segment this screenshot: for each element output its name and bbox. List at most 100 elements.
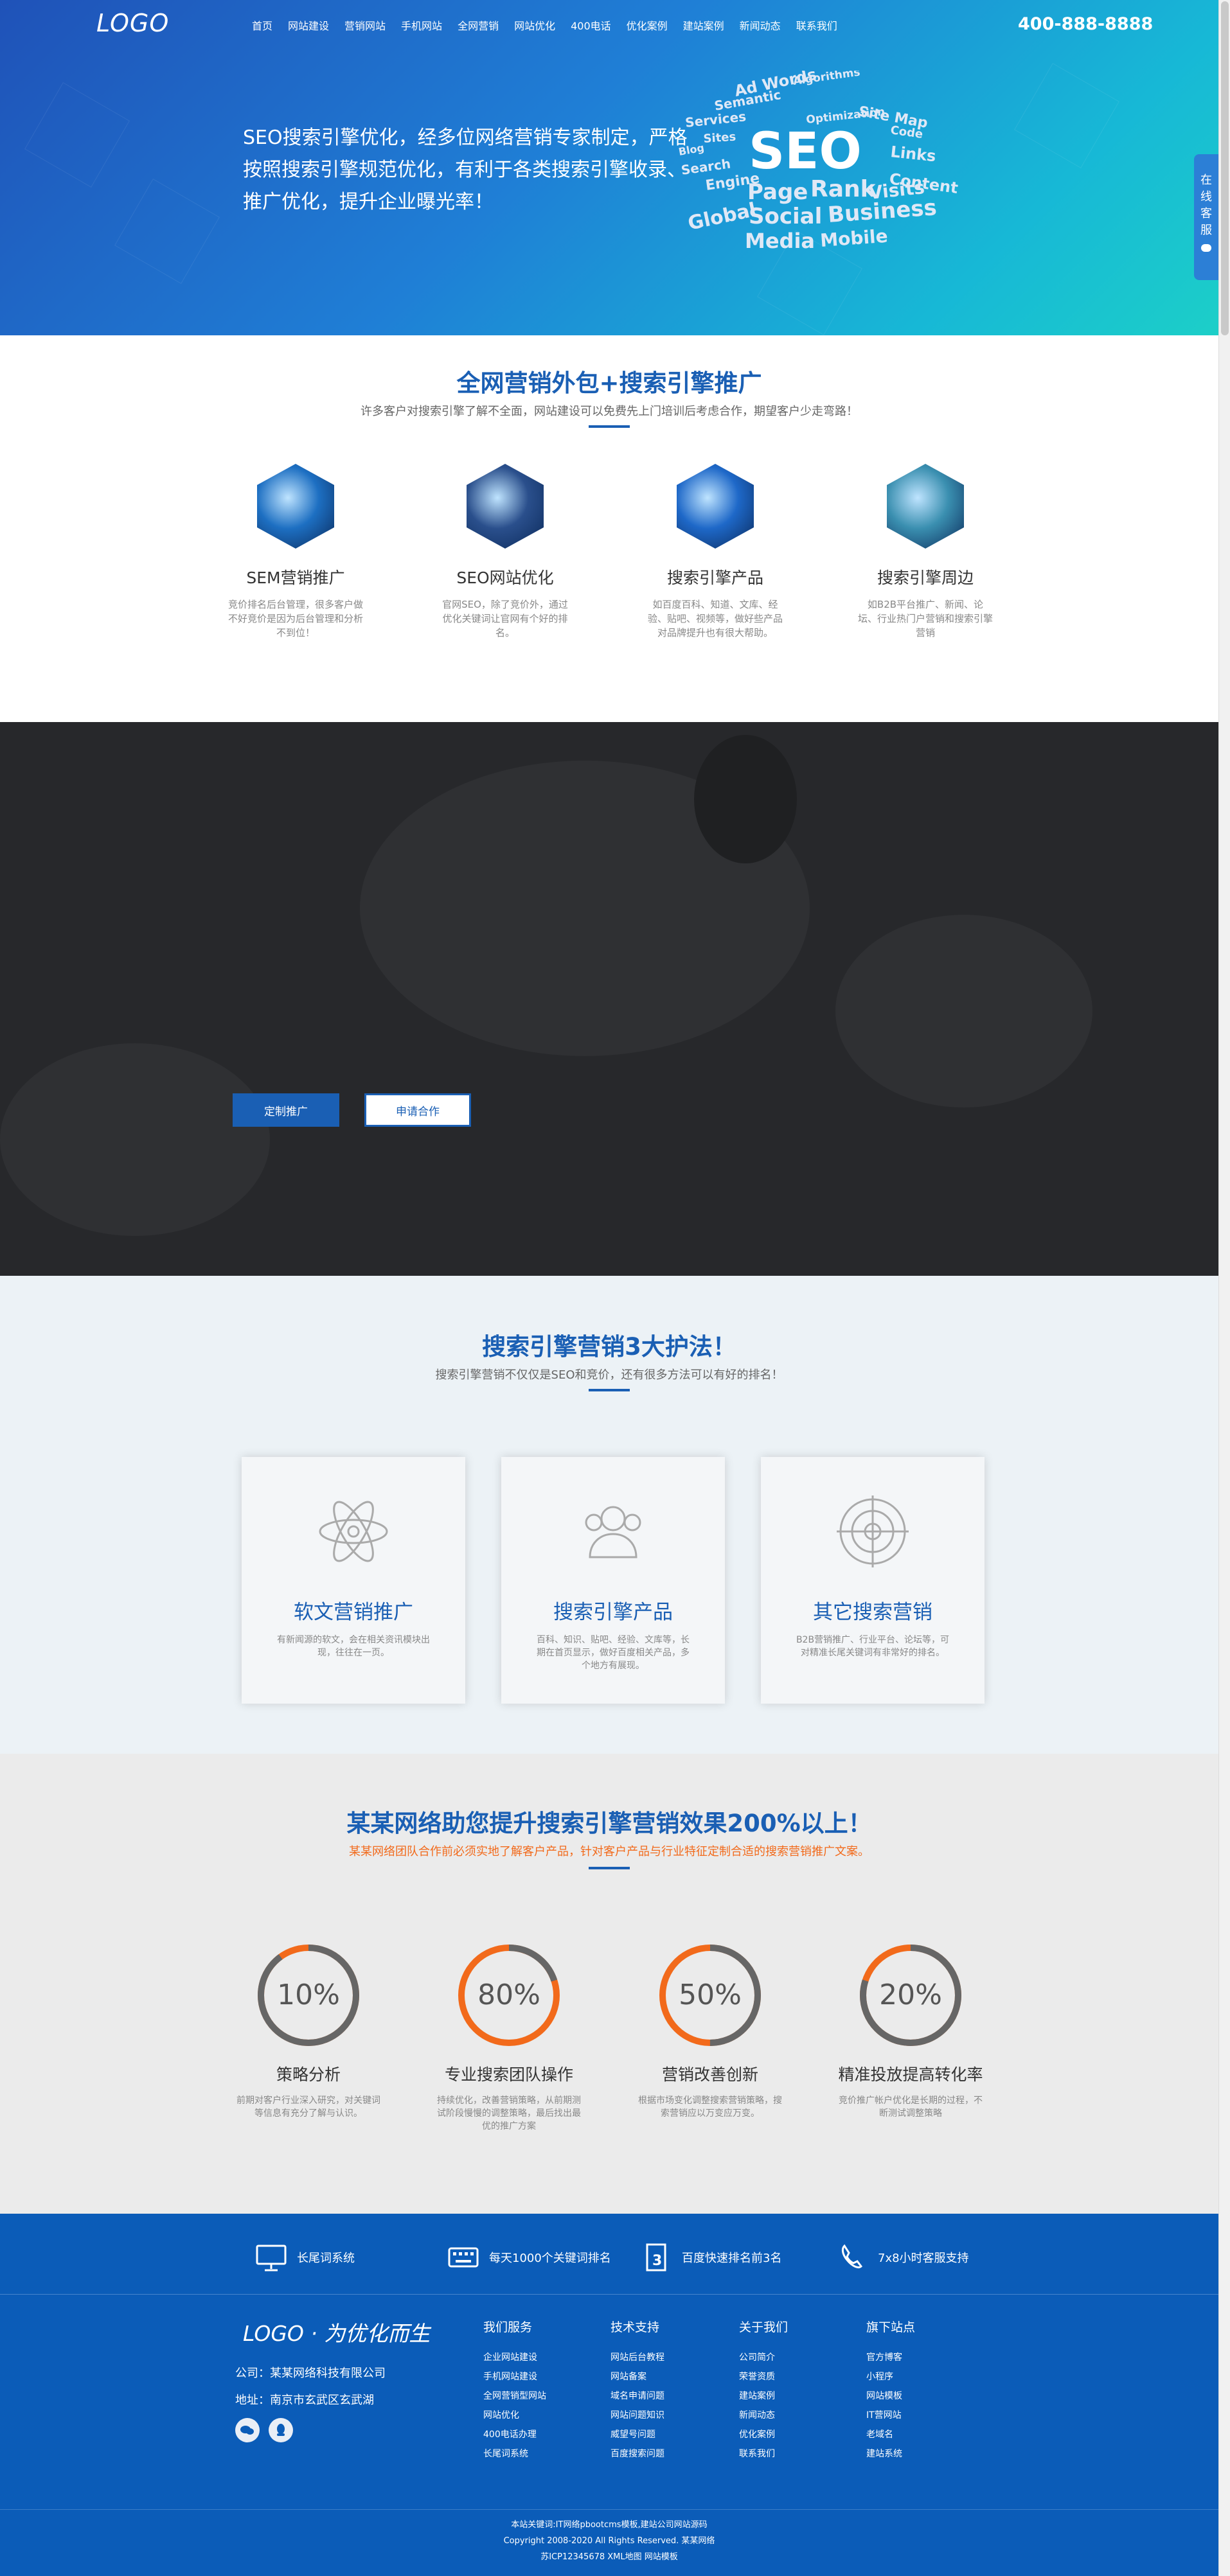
footer-link[interactable]: 网站后台教程 (611, 2348, 726, 2367)
method-card-desc: B2B营销推广、行业平台、论坛等，可对精准长尾关键词有非常好的排名。 (796, 1635, 950, 1658)
stat-title: 精准投放提高转化率 (838, 2065, 983, 2084)
method-card[interactable]: 软文营销推广 有新闻源的软文，会在相关资讯模块出现，往往在一页。 (242, 1457, 465, 1704)
footer-link[interactable]: 新闻动态 (739, 2406, 855, 2425)
progress-ring: 80% (456, 1943, 562, 2048)
service-card-title: SEO网站优化 (456, 569, 554, 587)
footer-divider (0, 2509, 1218, 2510)
page-scrollbar[interactable] (1218, 0, 1230, 2576)
top-navigation: LOGO 首页 网站建设 营销网站 手机网站 全网营销 网站优化 400电话 优化案例 建站案例… (0, 0, 1218, 50)
keyboard-icon (447, 2241, 480, 2274)
online-service-label: 在线客服 (1200, 173, 1212, 237)
footer-link[interactable]: 网站优化 (483, 2406, 599, 2425)
footer-link[interactable]: 建站系统 (866, 2444, 982, 2464)
service-card[interactable]: SEO网站优化 官网SEO，除了竞价外，通过优化关键词让官网有个好的排名。 (428, 464, 582, 640)
footer-feature: 每天1000个关键词排名 (447, 2239, 611, 2275)
stats-section: 某某网络助您提升搜索引擎营销效果200%以上！ 某某网络团队合作前必须实地了解客… (0, 1754, 1218, 2214)
cloud-word: Page (747, 179, 808, 205)
stat-desc: 竞价推广帐户优化是长期的过程，不断测试调整策略 (839, 2095, 983, 2119)
method-card-title: 其它搜索营销 (813, 1601, 932, 1624)
footer-link[interactable]: 公司简介 (739, 2348, 855, 2367)
nav-item[interactable]: 营销网站 (337, 17, 393, 33)
footer-link[interactable]: 企业网站建设 (483, 2348, 599, 2367)
footer-link[interactable]: 小程序 (866, 2367, 982, 2386)
qq-icon[interactable] (269, 2418, 293, 2442)
footer-link[interactable]: 全网营销型网站 (483, 2386, 599, 2406)
footer-link-column: 旗下站点 官方博客 小程序 网站模板 IT营网站 老域名 建站系统 (866, 2318, 982, 2464)
footer-link[interactable]: 网站模板 (866, 2386, 982, 2406)
team-icon (575, 1493, 652, 1570)
nav-item[interactable]: 手机网站 (393, 17, 450, 33)
footer-feature: 长尾词系统 (254, 2239, 355, 2275)
stat-value: 10% (277, 1979, 340, 2011)
cloud-word: Search (680, 155, 731, 178)
progress-ring: 20% (858, 1943, 963, 2048)
stat-title: 营销改善创新 (661, 2065, 758, 2084)
stat-desc: 前期对客户行业深入研究，对关键词等信息有充分了解与认识。 (236, 2095, 380, 2119)
footer-feature-label: 长尾词系统 (297, 2252, 355, 2265)
footer-link[interactable]: 域名申请问题 (611, 2386, 726, 2406)
footer-link[interactable]: 百度搜索问题 (611, 2444, 726, 2464)
service-card-desc: 竞价排名后台管理，很多客户做不好竞价是因为后台管理和分析不到位！ (228, 599, 364, 639)
service-card-title: 搜索引擎周边 (877, 569, 974, 587)
target-icon (834, 1493, 911, 1570)
footer-link[interactable]: 威望号问题 (611, 2425, 726, 2444)
nav-item[interactable]: 400电话 (563, 17, 619, 33)
nav-item[interactable]: 网站建设 (280, 17, 337, 33)
methods-section: 搜索引擎营销3大护法！ 搜索引擎营销不仅仅是SEO和竞价，还有很多方法可以有好的… (0, 1276, 1218, 1754)
svg-text:3: 3 (652, 2253, 662, 2269)
method-card[interactable]: 搜索引擎产品 百科、知识、贴吧、经验、文库等，长期在首页显示，做好百度相关产品，多… (501, 1457, 725, 1704)
service-card[interactable]: 搜索引擎产品 如百度百科、知道、文库、经验、贴吧、视频等，做好些产品对品牌提升也有… (638, 464, 792, 640)
method-card-title: 搜索引擎产品 (553, 1601, 673, 1624)
stat-desc: 持续优化，改善营销策略，从前期测试阶段慢慢的调整策略，最后找出最优的推广方案 (437, 2095, 581, 2131)
footer-feature: 7x8小时客服支持 (835, 2239, 969, 2275)
progress-ring: 10% (256, 1943, 361, 2048)
footer-column-title: 技术支持 (611, 2320, 660, 2334)
footer-link[interactable]: IT营网站 (866, 2406, 982, 2425)
nav-item[interactable]: 网站优化 (506, 17, 563, 33)
cloud-word: Mobile (819, 225, 888, 251)
online-service-tab[interactable]: 在线客服 (1194, 154, 1218, 280)
footer-link[interactable]: 优化案例 (739, 2425, 855, 2444)
scrollbar-thumb[interactable] (1221, 1, 1229, 335)
nav-item[interactable]: 新闻动态 (732, 17, 789, 33)
service-card[interactable]: 搜索引擎周边 如B2B平台推广、新闻、论坛、行业热门户营销和搜索引擎营销 (848, 464, 1003, 640)
phone-icon (835, 2241, 869, 2274)
footer-link[interactable]: 老域名 (866, 2425, 982, 2444)
site-logo[interactable]: LOGO (96, 9, 169, 37)
footer-link[interactable]: 手机网站建设 (483, 2367, 599, 2386)
method-card-desc: 有新闻源的软文，会在相关资讯模块出现，往往在一页。 (277, 1635, 430, 1658)
footer-link[interactable]: 建站案例 (739, 2386, 855, 2406)
stat-value: 20% (879, 1979, 942, 2011)
footer-link[interactable]: 官方博客 (866, 2348, 982, 2367)
copyright-line: 苏ICP12345678 XML地图 网站模板 (540, 2552, 678, 2562)
nav-item[interactable]: 全网营销 (450, 17, 506, 33)
custom-promotion-button[interactable]: 定制推广 (233, 1093, 339, 1127)
method-card-title: 软文营销推广 (294, 1601, 413, 1624)
nav-item[interactable]: 联系我们 (789, 17, 845, 33)
footer-link[interactable]: 400电话办理 (483, 2425, 599, 2444)
cloud-word: SEO (749, 123, 862, 181)
stats-subtitle: 某某网络团队合作前必须实地了解客户产品，针对客户产品与行业特征定制合适的搜索营销… (349, 1845, 869, 1858)
nav-item[interactable]: 建站案例 (675, 17, 732, 33)
apply-cooperation-button[interactable]: 申请合作 (364, 1093, 471, 1127)
footer-link-column: 技术支持网站后台教程 网站备案 域名申请问题 网站问题知识 威望号问题 百度搜索问题 (611, 2318, 726, 2464)
footer-link[interactable]: 荣誉资质 (739, 2367, 855, 2386)
footer-link[interactable]: 联系我们 (739, 2444, 855, 2464)
method-card[interactable]: 其它搜索营销 B2B营销推广、行业平台、论坛等，可对精准长尾关键词有非常好的排名。 (761, 1457, 985, 1704)
wechat-icon[interactable] (235, 2418, 260, 2442)
nav-item[interactable]: 优化案例 (619, 17, 675, 33)
stat-title: 专业搜索团队操作 (444, 2065, 573, 2084)
footer-link-column: 关于我们公司简介 荣誉资质 建站案例 新闻动态 优化案例 联系我们 (739, 2318, 855, 2464)
footer-link[interactable]: 长尾词系统 (483, 2444, 599, 2464)
footer-column-title: 关于我们 (739, 2320, 789, 2334)
service-card[interactable]: SEM营销推广 竞价排名后台管理，很多客户做不好竞价是因为后台管理和分析不到位！ (218, 464, 373, 640)
world-map-banner (0, 722, 1218, 1276)
footer-link[interactable]: 网站备案 (611, 2367, 726, 2386)
promo-section: 全网营销外包+搜索引擎推广 许多客户对搜索引擎了解不全面，网站建设可以免费先上门… (0, 335, 1218, 722)
footer-link[interactable]: 网站问题知识 (611, 2406, 726, 2425)
nav-item[interactable]: 首页 (244, 17, 280, 33)
cloud-word: Blog (678, 141, 705, 158)
footer-feature-label: 每天1000个关键词排名 (489, 2252, 611, 2265)
footer-feature-label: 7x8小时客服支持 (878, 2252, 969, 2265)
copyright-line: Copyright 2008-2020 All Rights Reserved.… (503, 2536, 715, 2546)
